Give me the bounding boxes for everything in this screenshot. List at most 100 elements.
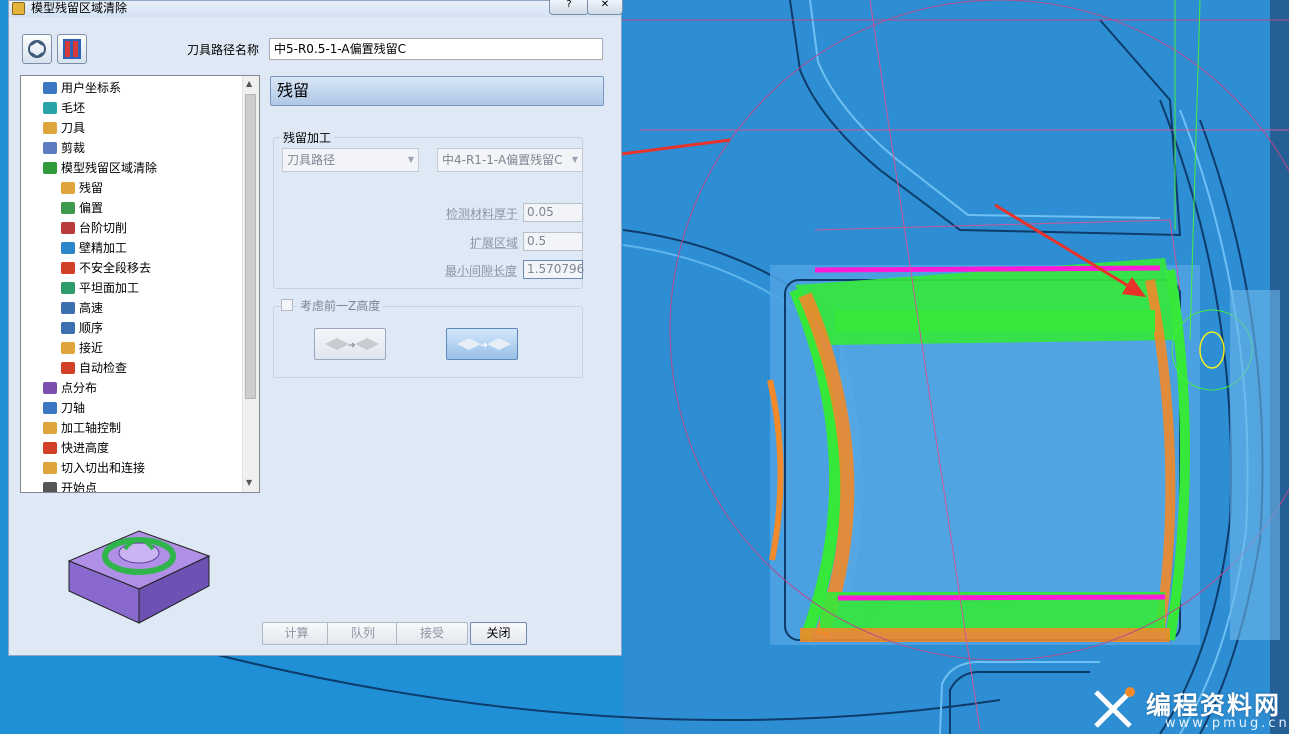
previous-z-checkbox[interactable] (281, 299, 293, 311)
svg-text:➜: ➜ (348, 341, 356, 351)
section-title: 残留 (270, 76, 604, 106)
title-bar[interactable]: 模型残留区域清除 ? ✕ (9, 0, 623, 17)
highspeed-icon (61, 302, 75, 314)
tree-item[interactable]: 加工轴控制 (43, 419, 121, 437)
min-gap-length-field[interactable]: 1.570796 (523, 260, 584, 279)
trim-icon (43, 142, 57, 154)
previous-z-label: 考虑前一Z高度 (297, 297, 384, 314)
tree-scroll-thumb[interactable] (245, 94, 256, 399)
leads-icon (43, 462, 57, 474)
tool-path-type-select[interactable]: 刀具路径 ▼ (282, 148, 419, 172)
recycle-icon[interactable] (22, 34, 52, 64)
axis-icon (43, 402, 57, 414)
close-button[interactable]: 关闭 (470, 622, 527, 645)
chevron-down-icon: ▼ (571, 155, 578, 164)
tree-item[interactable]: 平坦面加工 (61, 279, 139, 297)
tree-item[interactable]: 高速 (61, 299, 103, 317)
reference-path-value: 中4-R1-1-A偏置残留C (442, 153, 563, 167)
pattern-icon[interactable] (57, 34, 87, 64)
tree-item-label: 平坦面加工 (79, 281, 140, 295)
min-gap-length-label: 最小间隙长度 (445, 264, 518, 278)
tree-item-label: 刀轴 (61, 401, 86, 415)
z-layer-mode-button-2[interactable]: ➜ (446, 328, 518, 360)
detect-thickness-label: 检测材料厚于 (446, 207, 519, 221)
tree-item[interactable]: 模型残留区域清除 (43, 159, 157, 177)
tree-item-label: 切入切出和连接 (61, 461, 146, 475)
ucs-icon (43, 82, 57, 94)
strategy-tree[interactable]: 用户坐标系毛坯刀具剪裁模型残留区域清除残留偏置台阶切削壁精加工不安全段移去平坦面… (20, 75, 260, 493)
tree-item[interactable]: 残留 (61, 179, 103, 197)
flat-icon (61, 282, 75, 294)
detect-thickness-field[interactable]: 0.05 (523, 203, 583, 222)
tree-scrollbar[interactable]: ▲ ▼ (242, 76, 259, 492)
offset-icon (61, 202, 75, 214)
order-icon (61, 322, 75, 334)
z-layer-mode-button-1[interactable]: ➜ (314, 328, 386, 360)
autocheck-icon (61, 362, 75, 374)
tree-item[interactable]: 开始点 (43, 479, 97, 492)
point-icon (43, 382, 57, 394)
calculate-button[interactable]: 计算 (262, 622, 331, 645)
tree-item-label: 模型残留区域清除 (61, 161, 158, 175)
tree-item-label: 壁精加工 (79, 241, 128, 255)
tree-item[interactable]: 剪裁 (43, 139, 85, 157)
tree-item-label: 顺序 (79, 321, 104, 335)
tree-item[interactable]: 自动检查 (61, 359, 127, 377)
path-name-input[interactable]: 中5-R0.5-1-A偏置残留C (269, 38, 603, 60)
rest-icon (61, 182, 75, 194)
tree-item-label: 用户坐标系 (61, 81, 122, 95)
tree-item[interactable]: 毛坯 (43, 99, 85, 117)
tree-item[interactable]: 用户坐标系 (43, 79, 121, 97)
unsafe-icon (61, 262, 75, 274)
expand-area-field[interactable]: 0.5 (523, 232, 583, 251)
tree-item-label: 台阶切削 (79, 221, 128, 235)
tree-item[interactable]: 接近 (61, 339, 103, 357)
model-rest-icon (43, 162, 57, 174)
tree-item-label: 自动检查 (79, 361, 128, 375)
reference-path-select[interactable]: 中4-R1-1-A偏置残留C ▼ (437, 148, 583, 172)
tree-item-label: 快进高度 (61, 441, 110, 455)
queue-button[interactable]: 队列 (327, 622, 399, 645)
tree-item-label: 残留 (79, 181, 104, 195)
tree-item[interactable]: 台阶切削 (61, 219, 127, 237)
tree-item[interactable]: 刀轴 (43, 399, 85, 417)
tree-item-label: 偏置 (79, 201, 104, 215)
accept-button[interactable]: 接受 (396, 622, 468, 645)
tree-item[interactable]: 偏置 (61, 199, 103, 217)
tool-path-type-value: 刀具路径 (287, 153, 336, 167)
app-icon (12, 2, 25, 15)
tree-item-label: 毛坯 (61, 101, 86, 115)
tree-item[interactable]: 点分布 (43, 379, 97, 397)
watermark-url: www.pmug.cn (1165, 716, 1289, 731)
tree-item-label: 点分布 (61, 381, 98, 395)
strategy-preview-image (67, 530, 211, 624)
start-icon (43, 482, 57, 492)
help-button[interactable]: ? (549, 0, 589, 15)
svg-text:➜: ➜ (480, 341, 488, 351)
tree-item-label: 接近 (79, 341, 104, 355)
path-name-label: 刀具路径名称 (187, 43, 260, 57)
chevron-down-icon: ▼ (407, 155, 414, 164)
close-window-button[interactable]: ✕ (587, 0, 623, 15)
tree-item[interactable]: 壁精加工 (61, 239, 127, 257)
tree-item-label: 刀具 (61, 121, 86, 135)
tree-item[interactable]: 不安全段移去 (61, 259, 151, 277)
tree-item[interactable]: 切入切出和连接 (43, 459, 145, 477)
tree-item[interactable]: 快进高度 (43, 439, 109, 457)
tree-item-label: 剪裁 (61, 141, 86, 155)
block-icon (43, 102, 57, 114)
tree-item-label: 高速 (79, 301, 104, 315)
step-icon (61, 222, 75, 234)
wall-finish-icon (61, 242, 75, 254)
residual-group-label: 残留加工 (280, 129, 335, 146)
tree-item-label: 加工轴控制 (61, 421, 122, 435)
axis-control-icon (43, 422, 57, 434)
tree-item[interactable]: 顺序 (61, 319, 103, 337)
scroll-down-icon[interactable]: ▼ (246, 478, 252, 487)
tool-icon (43, 122, 57, 134)
tree-item[interactable]: 刀具 (43, 119, 85, 137)
wrench-logo-icon (1094, 687, 1135, 728)
approach-icon (61, 342, 75, 354)
expand-area-label: 扩展区域 (470, 236, 519, 250)
scroll-up-icon[interactable]: ▲ (246, 79, 252, 88)
